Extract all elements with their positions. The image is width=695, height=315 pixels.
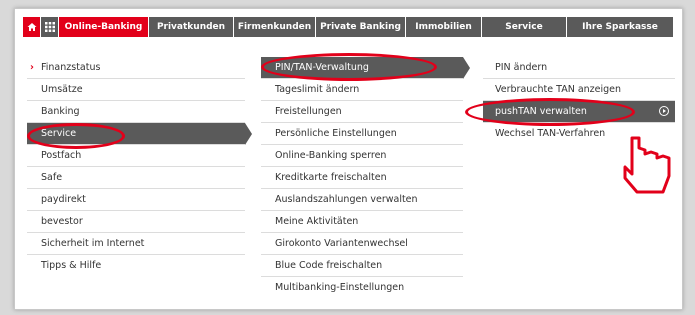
menu-item-label: bevestor	[41, 216, 83, 227]
menu-item-freistellungen[interactable]: Freistellungen	[261, 101, 463, 123]
menu-item-label: Multibanking-Einstellungen	[275, 282, 405, 293]
menu-item-label: Online-Banking sperren	[275, 150, 387, 161]
menu-item-label: Sicherheit im Internet	[41, 238, 145, 249]
grid-icon[interactable]	[41, 17, 59, 37]
menu-item-label: Girokonto Variantenwechsel	[275, 238, 408, 249]
tab-immobilien[interactable]: Immobilien	[406, 17, 482, 37]
menu-item-online-banking-sperren[interactable]: Online-Banking sperren	[261, 145, 463, 167]
menu-item-label: Tipps & Hilfe	[41, 260, 102, 271]
menu-item-finanzstatus[interactable]: › Finanzstatus	[27, 57, 245, 79]
tab-firmenkunden[interactable]: Firmenkunden	[234, 17, 316, 37]
menu-item-label: Banking	[41, 106, 80, 117]
menu-item-meine-aktivitaeten[interactable]: Meine Aktivitäten	[261, 211, 463, 233]
menu-item-pin-aendern[interactable]: PIN ändern	[483, 57, 675, 79]
menu-item-label: Service	[41, 128, 77, 139]
menu-item-label: PIN/TAN-Verwaltung	[275, 62, 369, 73]
menu-item-label: Safe	[41, 172, 63, 183]
menu-item-label: Persönliche Einstellungen	[275, 128, 397, 139]
menu-item-safe[interactable]: Safe	[27, 167, 245, 189]
menu-item-label: Blue Code freischalten	[275, 260, 383, 271]
menu-item-banking[interactable]: Banking	[27, 101, 245, 123]
menu-item-label: Postfach	[41, 150, 82, 161]
menu-item-kreditkarte-freischalten[interactable]: Kreditkarte freischalten	[261, 167, 463, 189]
menu-item-label: Meine Aktivitäten	[275, 216, 359, 227]
menu-level2: PIN/TAN-Verwaltung Tageslimit ändern Fre…	[261, 57, 470, 299]
menu-item-label: Verbrauchte TAN anzeigen	[495, 84, 622, 95]
menu-item-auslandszahlungen[interactable]: Auslandszahlungen verwalten	[261, 189, 463, 211]
tab-ihre-sparkasse[interactable]: Ihre Sparkasse	[567, 17, 673, 37]
menu-item-tageslimit[interactable]: Tageslimit ändern	[261, 79, 463, 101]
menu-item-label: Freistellungen	[275, 106, 342, 117]
menu-item-label: Finanzstatus	[41, 62, 101, 73]
menu-item-label: Auslandszahlungen verwalten	[275, 194, 418, 205]
menu-item-girokonto-variantenwechsel[interactable]: Girokonto Variantenwechsel	[261, 233, 463, 255]
home-icon[interactable]	[23, 17, 41, 37]
browser-frame: Online-Banking Privatkunden Firmenkunden…	[14, 8, 683, 310]
menu-item-label: PIN ändern	[495, 62, 548, 73]
menu-item-label: Kreditkarte freischalten	[275, 172, 387, 183]
menu-item-sicherheit[interactable]: Sicherheit im Internet	[27, 233, 245, 255]
menu-item-verbrauchte-tan[interactable]: Verbrauchte TAN anzeigen	[483, 79, 675, 101]
tab-online-banking[interactable]: Online-Banking	[59, 17, 149, 37]
menu-level1: › Finanzstatus Umsätze Banking Service P…	[27, 57, 252, 277]
menu-item-service[interactable]: Service	[27, 123, 252, 145]
arrow-circle-icon	[659, 106, 669, 116]
menu-item-umsaetze[interactable]: Umsätze	[27, 79, 245, 101]
menu-item-tipps-hilfe[interactable]: Tipps & Hilfe	[27, 255, 245, 277]
menu-item-multibanking[interactable]: Multibanking-Einstellungen	[261, 277, 463, 299]
top-navigation: Online-Banking Privatkunden Firmenkunden…	[23, 17, 673, 37]
menu-item-label: Tageslimit ändern	[275, 84, 360, 95]
menu-item-label: Umsätze	[41, 84, 83, 95]
menu-item-pushtan-verwalten[interactable]: pushTAN verwalten	[483, 101, 675, 123]
menu-item-paydirekt[interactable]: paydirekt	[27, 189, 245, 211]
menu-item-label: Wechsel TAN-Verfahren	[495, 128, 606, 139]
tab-service[interactable]: Service	[482, 17, 567, 37]
menu-item-postfach[interactable]: Postfach	[27, 145, 245, 167]
tab-privatkunden[interactable]: Privatkunden	[149, 17, 234, 37]
menu-item-label: paydirekt	[41, 194, 86, 205]
menu-item-pin-tan-verwaltung[interactable]: PIN/TAN-Verwaltung	[261, 57, 470, 79]
menu-item-bevestor[interactable]: bevestor	[27, 211, 245, 233]
menu-level3: PIN ändern Verbrauchte TAN anzeigen push…	[483, 57, 675, 145]
current-marker: ›	[30, 62, 34, 73]
menu-item-persoenliche-einstellungen[interactable]: Persönliche Einstellungen	[261, 123, 463, 145]
menu-item-blue-code[interactable]: Blue Code freischalten	[261, 255, 463, 277]
tab-private-banking[interactable]: Private Banking	[316, 17, 406, 37]
menu-item-label: pushTAN verwalten	[495, 106, 587, 117]
hand-cursor-icon	[623, 136, 671, 194]
